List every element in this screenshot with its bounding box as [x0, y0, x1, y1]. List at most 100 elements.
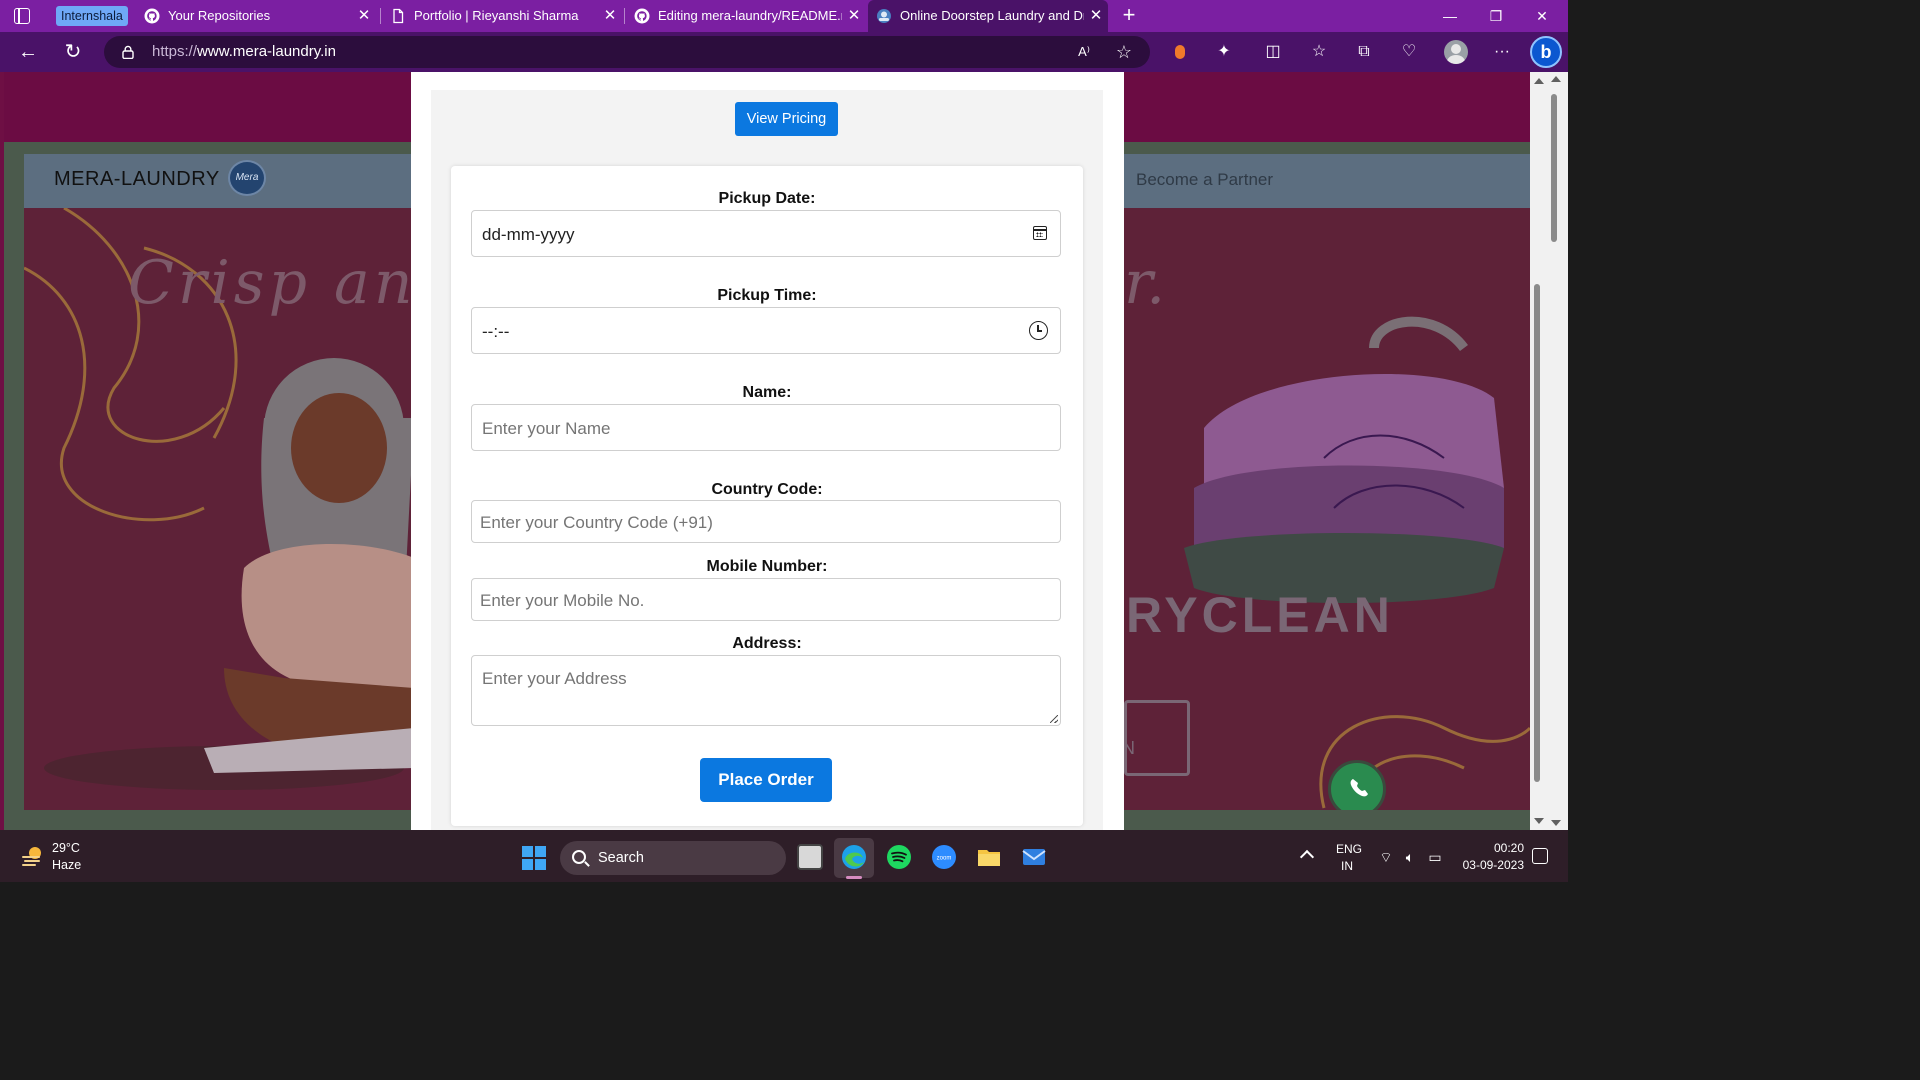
favorites-icon[interactable]: ☆ — [1309, 42, 1329, 62]
close-icon[interactable]: ✕ — [1088, 0, 1104, 32]
tab-title: Your Repositories — [168, 8, 271, 23]
search-icon — [572, 850, 586, 864]
country-code-label: Country Code: — [711, 481, 823, 498]
mail-icon[interactable] — [1021, 844, 1047, 870]
browser-tab-bar: Internshala Your Repositories ✕ Portfoli… — [0, 0, 1568, 32]
tab-your-repositories[interactable]: Your Repositories ✕ — [136, 0, 376, 32]
clock-icon[interactable] — [1029, 321, 1048, 340]
url-scheme: https:// — [152, 43, 198, 60]
zoom-icon[interactable]: zoom — [931, 844, 957, 870]
close-icon[interactable]: ✕ — [602, 0, 618, 32]
scroll-down-arrow-icon[interactable] — [1534, 818, 1544, 824]
extensions-puzzle-icon[interactable]: ✦ — [1214, 42, 1234, 62]
windows-start-icon[interactable] — [522, 846, 546, 870]
hero-cta-button[interactable] — [1124, 700, 1190, 776]
task-view-icon[interactable] — [797, 844, 823, 870]
read-aloud-icon[interactable]: A⁾ — [1074, 42, 1094, 62]
whatsapp-icon[interactable] — [1328, 760, 1386, 810]
pickup-date-value: dd-mm-yyyy — [482, 225, 575, 244]
svg-text:zoom: zoom — [937, 856, 952, 862]
scroll-up-arrow-icon[interactable] — [1534, 78, 1544, 84]
taskbar-search[interactable]: Search — [560, 841, 786, 875]
tab-editing-readme[interactable]: Editing mera-laundry/README.m ✕ — [626, 0, 866, 32]
pickup-time-input[interactable]: --:-- — [471, 307, 1061, 354]
mobile-number-input[interactable]: Enter your Mobile No. — [471, 578, 1061, 621]
name-label: Name: — [742, 384, 792, 401]
pickup-date-label: Pickup Date: — [718, 190, 816, 207]
outer-scroll-up-arrow-icon[interactable] — [1551, 76, 1561, 82]
clock-date[interactable]: 03-09-2023 — [1456, 858, 1524, 872]
mobile-number-label: Mobile Number: — [706, 558, 828, 575]
split-screen-icon[interactable]: ◫ — [1263, 42, 1283, 62]
address-placeholder: Enter your Address — [482, 669, 627, 688]
name-input[interactable]: Enter your Name — [471, 404, 1061, 451]
wifi-icon[interactable]: ⌔ — [1377, 849, 1395, 865]
address-bar[interactable]: https://www.mera-laundry.in A⁾ ☆ — [104, 36, 1150, 68]
tab-title: Online Doorstep Laundry and Dr — [900, 8, 1084, 23]
close-window-button[interactable]: ✕ — [1519, 0, 1565, 32]
calendar-icon[interactable] — [1033, 226, 1047, 240]
tab-actions-icon[interactable] — [14, 8, 30, 24]
site-logo-text[interactable]: MERA-LAUNDRY — [54, 168, 220, 191]
github-icon — [634, 8, 650, 24]
become-partner-link[interactable]: Become a Partner — [1136, 170, 1273, 190]
weather-temperature[interactable]: 29°C — [52, 841, 80, 855]
scrollbar-thumb[interactable] — [1534, 284, 1540, 782]
site-logo-badge[interactable]: Mera — [228, 160, 266, 196]
tab-separator — [624, 8, 625, 24]
hero-tagline-right: r. — [1124, 248, 1166, 318]
edge-browser-icon[interactable] — [841, 844, 867, 870]
page-scrollbar[interactable] — [1530, 72, 1568, 830]
form-container: Pickup Date: dd-mm-yyyy Pickup Time: --:… — [431, 146, 1103, 830]
back-button[interactable]: ← — [16, 40, 40, 64]
language-region[interactable]: IN — [1341, 859, 1353, 873]
country-code-placeholder: Enter your Country Code (+91) — [480, 513, 713, 532]
tab-group-label[interactable]: Internshala — [56, 6, 128, 26]
mobile-number-placeholder: Enter your Mobile No. — [480, 591, 645, 610]
battery-icon[interactable]: ▭ — [1426, 849, 1444, 865]
browser-essentials-icon[interactable]: ♡ — [1399, 42, 1419, 62]
restore-button[interactable]: ❐ — [1473, 0, 1519, 32]
address-textarea[interactable]: Enter your Address — [471, 655, 1061, 726]
tab-separator — [380, 8, 381, 24]
tab-portfolio[interactable]: Portfolio | Rieyanshi Sharma ✕ — [382, 0, 622, 32]
name-placeholder: Enter your Name — [482, 419, 611, 438]
new-tab-button[interactable]: + — [1119, 2, 1139, 30]
phone-icon — [1350, 779, 1368, 797]
order-modal: View Pricing Pickup Date: dd-mm-yyyy Pic… — [411, 72, 1124, 830]
spotify-icon[interactable] — [886, 844, 912, 870]
modal-header: View Pricing — [431, 90, 1103, 146]
hero-service-text: RYCLEAN — [1126, 587, 1394, 643]
outer-scrollbar-thumb[interactable] — [1551, 94, 1557, 242]
close-icon[interactable]: ✕ — [846, 0, 862, 32]
outer-scroll-down-arrow-icon[interactable] — [1551, 820, 1561, 826]
clock-time[interactable]: 00:20 — [1480, 841, 1524, 855]
more-options-icon[interactable]: ··· — [1492, 42, 1512, 62]
tab-mera-laundry[interactable]: Online Doorstep Laundry and Dr ✕ — [868, 0, 1108, 32]
show-hidden-icons-icon[interactable] — [1299, 849, 1315, 865]
language-indicator[interactable]: ENG — [1336, 842, 1362, 856]
favorite-star-icon[interactable]: ☆ — [1114, 42, 1134, 62]
resize-handle-icon[interactable] — [1050, 715, 1058, 723]
minimize-button[interactable]: — — [1427, 0, 1473, 32]
file-explorer-icon[interactable] — [976, 844, 1002, 870]
copilot-icon[interactable]: b — [1530, 36, 1562, 68]
profile-avatar[interactable] — [1444, 40, 1468, 64]
place-order-button[interactable]: Place Order — [700, 758, 832, 802]
volume-icon[interactable]: 🔈︎ — [1401, 849, 1419, 865]
notifications-icon[interactable] — [1532, 848, 1548, 864]
page-viewport: MERA-LAUNDRY Mera Become a Partner N Cri… — [0, 72, 1530, 830]
haze-weather-icon[interactable] — [20, 844, 44, 868]
taskbar-search-label: Search — [598, 850, 644, 866]
weather-condition[interactable]: Haze — [52, 858, 81, 872]
lock-icon[interactable] — [122, 45, 134, 59]
refresh-button[interactable]: ↻ — [61, 40, 85, 64]
pickup-date-input[interactable]: dd-mm-yyyy — [471, 210, 1061, 257]
close-icon[interactable]: ✕ — [356, 0, 372, 32]
country-code-input[interactable]: Enter your Country Code (+91) — [471, 500, 1061, 543]
site-logo-icon — [877, 9, 891, 23]
collections-icon[interactable]: ⧉ — [1354, 42, 1374, 62]
extension-icon[interactable] — [1170, 42, 1190, 62]
pickup-time-value: --:-- — [482, 322, 510, 341]
view-pricing-button[interactable]: View Pricing — [735, 102, 838, 136]
